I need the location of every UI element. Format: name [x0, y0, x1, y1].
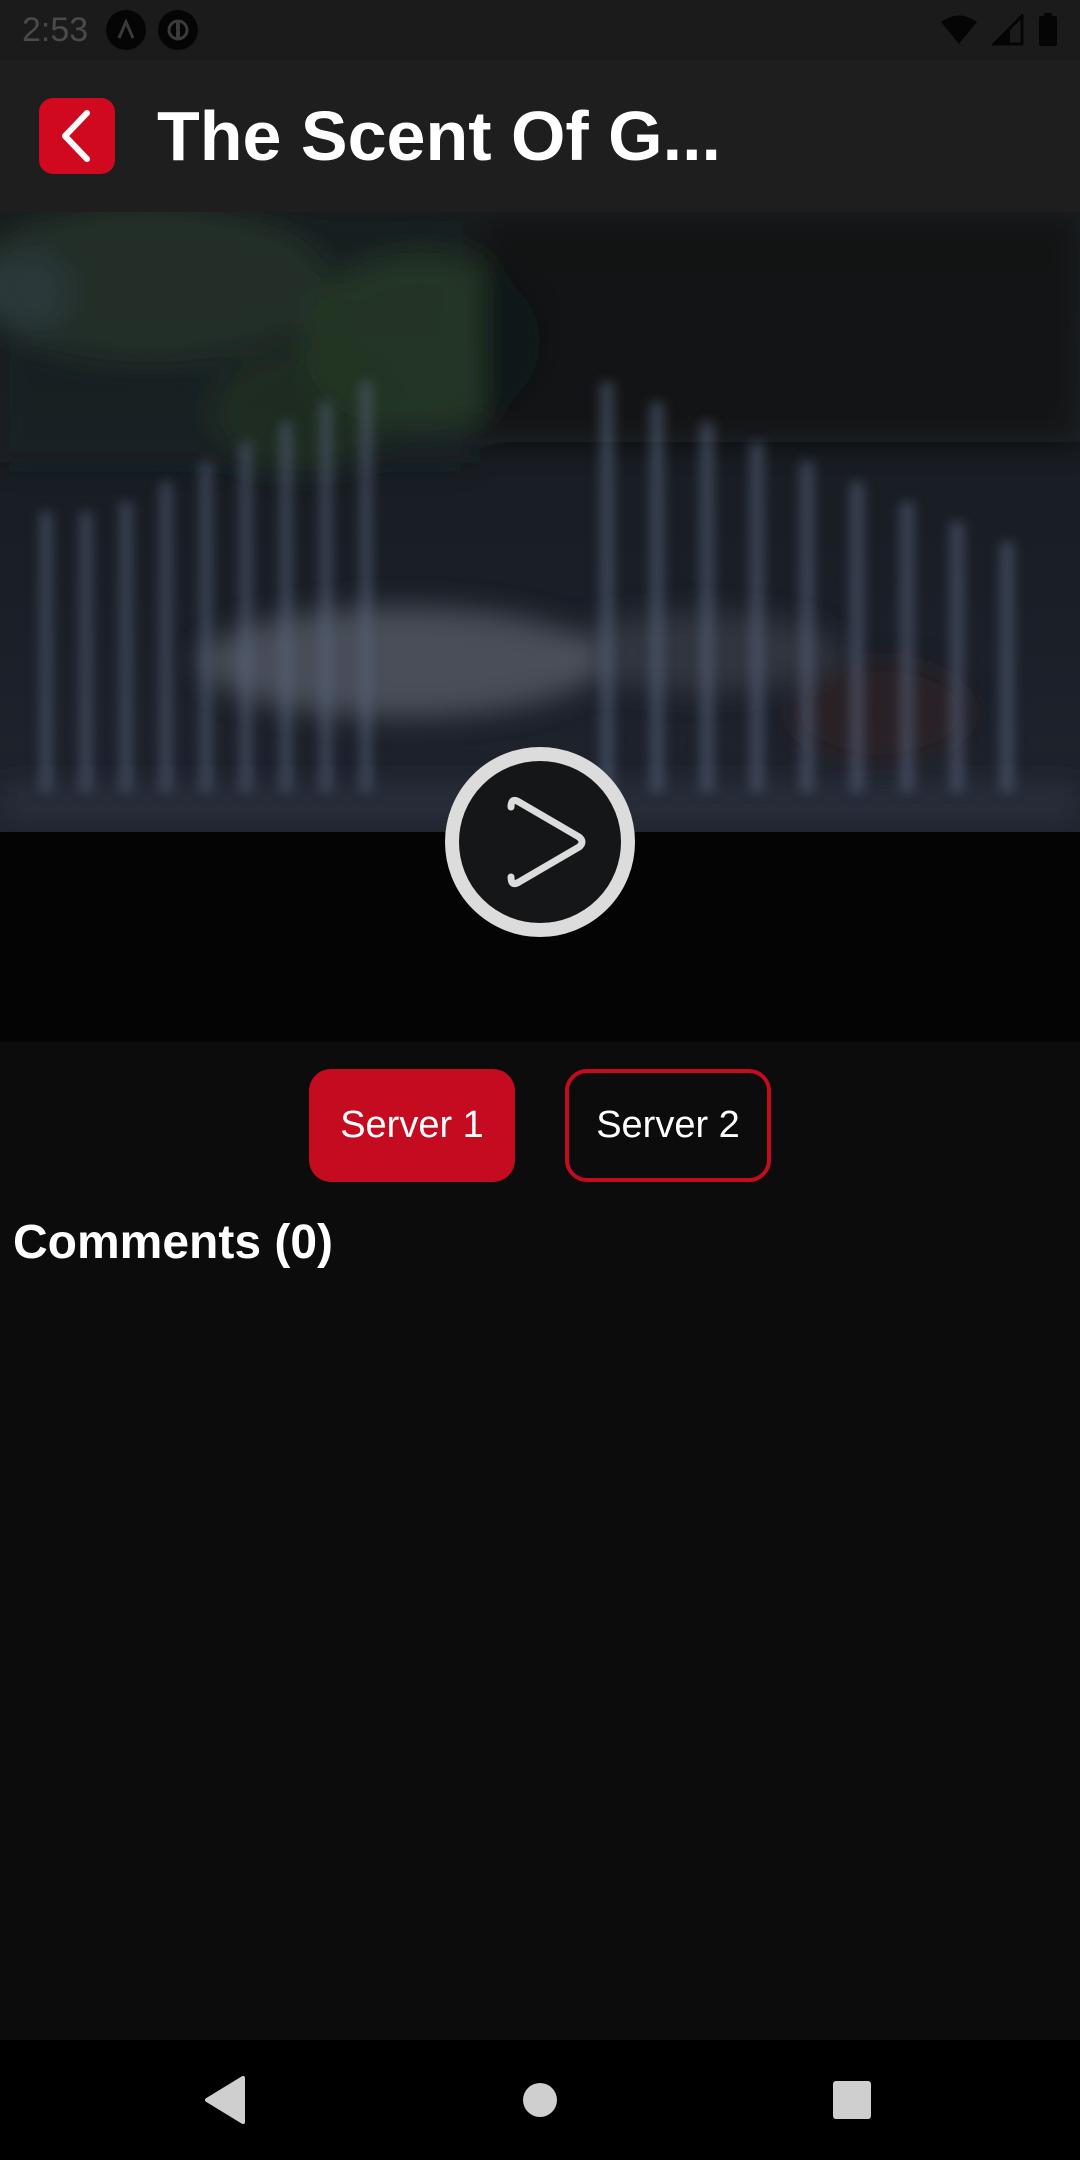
system-icons — [940, 13, 1058, 47]
navigation-bar — [0, 2040, 1080, 2160]
wifi-icon — [941, 15, 977, 44]
page-title: The Scent Of G... — [157, 97, 721, 175]
video-player[interactable] — [0, 212, 1080, 1042]
server-selector: Server 1 Server 2 — [0, 1069, 1080, 1182]
home-circle-icon[interactable] — [504, 2064, 576, 2136]
status-bar: 2:53 — [0, 0, 1080, 60]
recents-square-icon[interactable] — [816, 2064, 888, 2136]
signal-icon — [992, 14, 1024, 46]
chevron-left-icon — [62, 110, 90, 162]
comments-heading: Comments (0) — [13, 1216, 334, 1269]
app-notification-icon — [158, 10, 199, 50]
status-time: 2:53 — [22, 10, 89, 49]
app-bar: The Scent Of G... — [0, 60, 1080, 212]
battery-icon — [1039, 13, 1057, 46]
app-notification-icon — [106, 10, 147, 50]
play-button[interactable] — [443, 745, 637, 939]
back-button[interactable] — [39, 98, 115, 174]
back-triangle-icon[interactable] — [191, 2064, 263, 2136]
server-2-button[interactable]: Server 2 — [565, 1069, 771, 1182]
screen: 2:53 The Scent Of G... Server 1 Server 2… — [0, 0, 1080, 2160]
server-1-button[interactable]: Server 1 — [309, 1069, 515, 1182]
